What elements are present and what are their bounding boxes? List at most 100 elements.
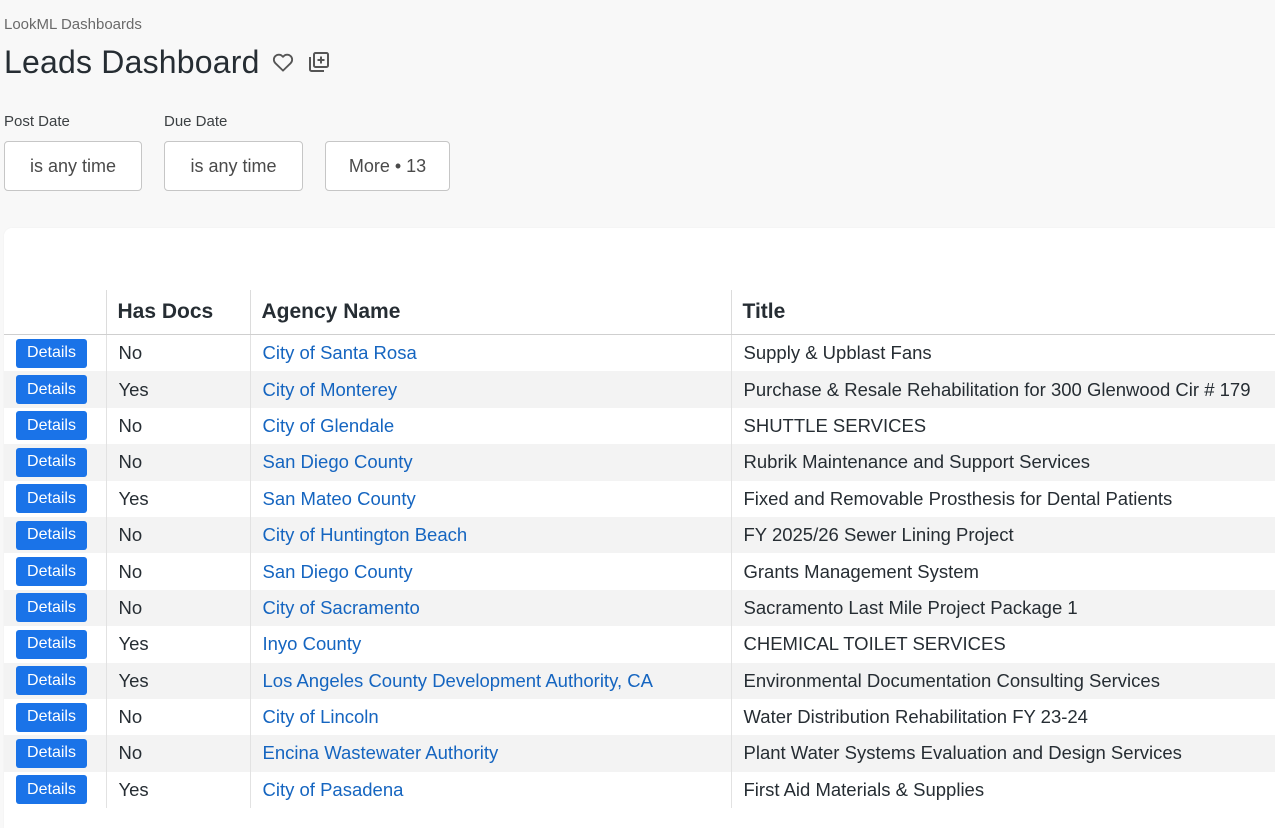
agency-name-cell: San Diego County <box>249 553 731 590</box>
table-row: Details No City of Lincoln Water Distributi… <box>4 698 1275 736</box>
title-row: Leads Dashboard <box>4 42 332 82</box>
table-tile: Has Docs Agency Name Title Details No City… <box>4 228 1275 828</box>
title-cell: CHEMICAL TOILET SERVICES <box>730 626 1275 663</box>
details-button[interactable]: Details <box>16 775 87 805</box>
leads-table: Has Docs Agency Name Title Details No City… <box>4 290 1275 809</box>
breadcrumb[interactable]: LookML Dashboards <box>4 16 142 33</box>
table-row: Details Yes City of Pasadena First Aid Mate… <box>4 771 1275 809</box>
agency-name-cell: Encina Wastewater Authority <box>249 735 731 772</box>
filter-label: Due Date <box>164 113 228 130</box>
agency-name-link[interactable]: San Diego County <box>263 561 413 582</box>
table-header-row: Has Docs Agency Name Title <box>4 290 1275 335</box>
title-cell: Rubrik Maintenance and Support Services <box>730 444 1275 481</box>
agency-name-cell: San Mateo County <box>249 480 731 517</box>
details-cell: Details <box>4 553 106 589</box>
title-cell: Supply & Upblast Fans <box>730 334 1275 372</box>
table-row: Details No City of Sacramento Sacramento La… <box>4 589 1275 627</box>
agency-name-cell: City of Monterey <box>249 371 731 408</box>
details-button[interactable]: Details <box>16 557 87 587</box>
details-button[interactable]: Details <box>16 447 87 477</box>
details-cell: Details <box>4 408 106 444</box>
details-button[interactable]: Details <box>16 593 87 623</box>
agency-name-link[interactable]: City of Sacramento <box>263 597 420 618</box>
agency-name-link[interactable]: City of Monterey <box>263 379 398 400</box>
agency-name-link[interactable]: Inyo County <box>263 633 362 654</box>
table-row: Details No San Diego County Rubrik Maintena… <box>4 444 1275 481</box>
details-button[interactable]: Details <box>16 702 87 732</box>
agency-name-cell: San Diego County <box>249 444 731 481</box>
has-docs-cell: No <box>105 516 250 554</box>
has-docs-cell: Yes <box>105 771 250 809</box>
due-date-filter-button[interactable]: is any time <box>164 141 303 191</box>
agency-name-cell: City of Huntington Beach <box>249 516 731 554</box>
table-row: Details No City of Santa Rosa Supply & Upbl… <box>4 334 1275 372</box>
details-button[interactable]: Details <box>16 375 87 405</box>
page-title: Leads Dashboard <box>4 43 260 80</box>
has-docs-cell: No <box>105 589 250 627</box>
has-docs-cell: Yes <box>105 371 250 408</box>
agency-name-link[interactable]: City of Santa Rosa <box>263 342 417 363</box>
details-button[interactable]: Details <box>16 484 87 514</box>
has-docs-cell: No <box>105 407 250 445</box>
details-cell: Details <box>4 481 106 517</box>
details-cell: Details <box>4 772 106 808</box>
table-row: Details Yes San Mateo County Fixed and Remo… <box>4 480 1275 517</box>
table-row: Details No Encina Wastewater Authority Plan… <box>4 735 1275 772</box>
agency-name-cell: City of Santa Rosa <box>249 334 731 372</box>
table-row: Details No City of Huntington Beach FY 2025… <box>4 516 1275 554</box>
agency-name-cell: Los Angeles County Development Authority… <box>249 662 731 699</box>
column-header-title[interactable]: Title <box>730 290 1275 335</box>
agency-name-link[interactable]: City of Lincoln <box>263 706 379 727</box>
column-header-agency-name[interactable]: Agency Name <box>249 290 731 335</box>
agency-name-cell: City of Lincoln <box>249 698 731 736</box>
has-docs-cell: No <box>105 735 250 772</box>
title-cell: Fixed and Removable Prosthesis for Denta… <box>730 480 1275 517</box>
has-docs-cell: No <box>105 553 250 590</box>
details-button[interactable]: Details <box>16 411 87 441</box>
heart-icon[interactable] <box>270 49 296 75</box>
details-cell: Details <box>4 589 106 627</box>
column-header-actions <box>4 290 106 335</box>
column-header-has-docs[interactable]: Has Docs <box>105 290 250 335</box>
details-button[interactable]: Details <box>16 738 87 768</box>
details-cell: Details <box>4 335 106 372</box>
title-cell: First Aid Materials & Supplies <box>730 771 1275 809</box>
details-button[interactable]: Details <box>16 520 87 550</box>
title-cell: Purchase & Resale Rehabilitation for 300… <box>730 371 1275 408</box>
table-row: Details Yes Inyo County CHEMICAL TOILET SER… <box>4 626 1275 663</box>
details-button[interactable]: Details <box>16 629 87 659</box>
more-filters-button[interactable]: More • 13 <box>325 141 450 191</box>
filter-due-date: Due Date is any time <box>164 112 303 191</box>
agency-name-link[interactable]: San Mateo County <box>263 488 416 509</box>
agency-name-link[interactable]: City of Huntington Beach <box>263 524 468 545</box>
title-cell: Grants Management System <box>730 553 1275 590</box>
title-cell: Plant Water Systems Evaluation and Desig… <box>730 735 1275 772</box>
agency-name-link[interactable]: Encina Wastewater Authority <box>263 742 499 763</box>
post-date-filter-button[interactable]: is any time <box>4 141 142 191</box>
agency-name-link[interactable]: San Diego County <box>263 451 413 472</box>
agency-name-link[interactable]: City of Glendale <box>263 415 395 436</box>
details-cell: Details <box>4 626 106 662</box>
details-button[interactable]: Details <box>16 666 87 696</box>
has-docs-cell: Yes <box>105 480 250 517</box>
filter-bar: Post Date is any time Due Date is any ti… <box>4 112 450 191</box>
details-button[interactable]: Details <box>16 338 87 368</box>
agency-name-link[interactable]: City of Pasadena <box>263 779 404 800</box>
filter-post-date: Post Date is any time <box>4 112 142 191</box>
table-row: Details No San Diego County Grants Manageme… <box>4 553 1275 590</box>
has-docs-cell: No <box>105 698 250 736</box>
title-cell: FY 2025/26 Sewer Lining Project <box>730 516 1275 554</box>
table-row: Details Yes Los Angeles County Development… <box>4 662 1275 699</box>
title-cell: SHUTTLE SERVICES <box>730 407 1275 445</box>
details-cell: Details <box>4 735 106 772</box>
add-to-board-icon[interactable] <box>306 49 332 75</box>
details-cell: Details <box>4 444 106 481</box>
title-cell: Environmental Documentation Consulting S… <box>730 662 1275 699</box>
agency-name-cell: City of Sacramento <box>249 589 731 627</box>
agency-name-cell: City of Pasadena <box>249 771 731 809</box>
agency-name-cell: Inyo County <box>249 626 731 663</box>
has-docs-cell: No <box>105 444 250 481</box>
details-cell: Details <box>4 516 106 554</box>
agency-name-link[interactable]: Los Angeles County Development Authority… <box>263 670 653 691</box>
has-docs-cell: Yes <box>105 662 250 699</box>
